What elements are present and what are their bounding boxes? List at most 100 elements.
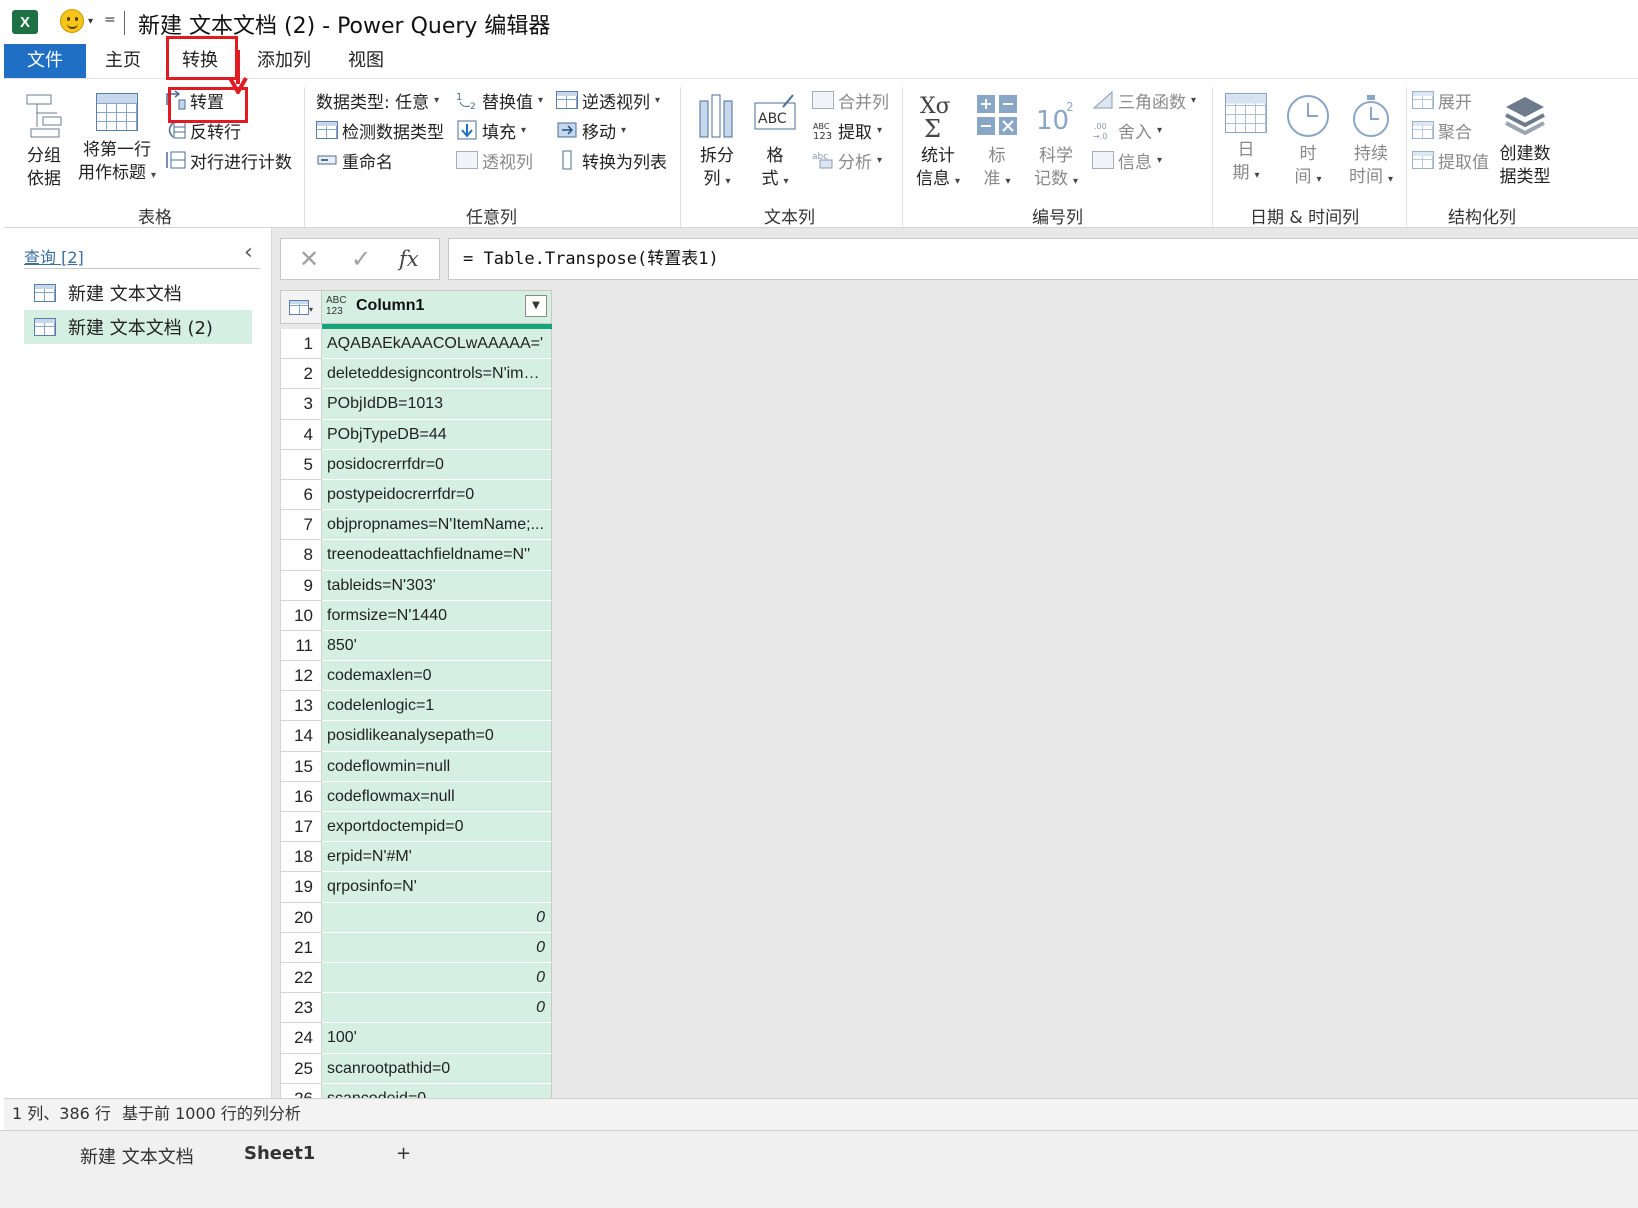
rename-button[interactable]: 重命名 [316,147,393,173]
table-row[interactable]: 6 postypeidocrerrfdr=0 [280,479,552,511]
cell-value[interactable]: codeflowmin=null [322,751,552,782]
table-row[interactable]: 2 deleteddesigncontrols=N'img... [280,359,552,390]
feedback-smiley-icon[interactable] [60,9,84,33]
queries-header[interactable]: 查询 [2] [24,244,84,268]
tab-add-column[interactable]: 添加列 [240,44,328,78]
tab-home[interactable]: 主页 [86,44,160,78]
cancel-formula-icon[interactable]: ✕ [299,245,319,273]
rounding-button[interactable]: .00 →.0 舍入 ▾ [1092,117,1162,143]
cell-value[interactable]: objpropnames=N'ItemName;... [322,510,552,541]
cell-value[interactable]: PObjIdDB=1013 [322,389,552,420]
qat-customize-icon[interactable]: = [104,12,116,28]
cell-value[interactable]: 0 [322,962,552,994]
query-item-selected[interactable]: 新建 文本文档 (2) [24,310,252,344]
accept-formula-icon[interactable]: ✓ [351,245,371,273]
format-button[interactable]: ABC 格 式 ▾ [750,93,800,193]
row-number[interactable]: 15 [280,751,322,782]
table-row[interactable]: 14 posidlikeanalysepath=0 [280,721,552,752]
table-row[interactable]: 22 0 [280,962,552,994]
any-type-icon[interactable]: ABC 123 [326,295,347,317]
fill-button[interactable]: 填充 ▾ [456,117,526,143]
table-row[interactable]: 9 tableids=N'303' [280,570,552,601]
table-row[interactable]: 19 qrposinfo=N' [280,872,552,903]
table-row[interactable]: 16 codeflowmax=null [280,781,552,812]
row-number[interactable]: 11 [280,630,322,662]
row-number[interactable]: 7 [280,510,322,541]
table-row[interactable]: 13 codelenlogic=1 [280,691,552,722]
move-button[interactable]: 移动 ▾ [556,117,626,143]
row-number[interactable]: 16 [280,781,322,812]
row-number[interactable]: 2 [280,359,322,390]
table-row[interactable]: 8 treenodeattachfieldname=N'' [280,540,552,571]
table-row[interactable]: 4 PObjTypeDB=44 [280,419,552,450]
row-number[interactable]: 20 [280,902,322,933]
statistics-button[interactable]: Xσ Σ 统计 信息 ▾ [910,93,966,193]
unpivot-button[interactable]: 逆透视列 ▾ [556,87,660,113]
row-number[interactable]: 13 [280,691,322,722]
row-number[interactable]: 1 [280,329,322,360]
row-number[interactable]: 23 [280,993,322,1024]
table-row[interactable]: 20 0 [280,902,552,933]
count-rows-button[interactable]: 对行进行计数 [164,147,292,173]
cell-value[interactable]: treenodeattachfieldname=N'' [322,540,552,571]
row-number[interactable]: 9 [280,570,322,601]
cell-value[interactable]: erpid=N'#M' [322,842,552,873]
cell-value[interactable]: codeflowmax=null [322,781,552,812]
cell-value[interactable]: tableids=N'303' [322,570,552,601]
row-number[interactable]: 8 [280,540,322,571]
table-row[interactable]: 23 0 [280,993,552,1024]
date-button[interactable]: 日 期 ▾ [1220,93,1272,187]
cell-value[interactable]: posidocrerrfdr=0 [322,449,552,480]
use-first-row-button[interactable]: 将第一行 用作标题 ▾ [74,93,160,187]
status-profiling[interactable]: 基于前 1000 行的列分析 [122,1099,301,1129]
standard-button[interactable]: 标 准 ▾ [972,93,1022,193]
expand-button[interactable]: 展开 [1412,87,1472,113]
table-row[interactable]: 17 exportdoctempid=0 [280,812,552,843]
row-number[interactable]: 10 [280,600,322,631]
collapse-pane-icon[interactable]: ‹ [244,240,253,265]
trigonometry-button[interactable]: 三角函数 ▾ [1092,87,1196,113]
cell-value[interactable]: AQABAEkAAACOLwAAAAA=' [322,329,552,360]
cell-value[interactable]: deleteddesigncontrols=N'img... [322,359,552,390]
table-row[interactable]: 24 100' [280,1023,552,1054]
cell-value[interactable]: posidlikeanalysepath=0 [322,721,552,752]
cell-value[interactable]: qrposinfo=N' [322,872,552,903]
table-row[interactable]: 21 0 [280,932,552,963]
replace-values-button[interactable]: 12 替换值 ▾ [456,87,543,113]
detect-data-type-button[interactable]: 检测数据类型 [316,117,444,143]
row-number[interactable]: 18 [280,842,322,873]
row-number[interactable]: 25 [280,1053,322,1084]
column-filter-button[interactable]: ▼ [525,295,547,317]
time-button[interactable]: 时 间 ▾ [1282,93,1334,191]
table-row[interactable]: 5 posidocrerrfdr=0 [280,449,552,480]
row-number[interactable]: 4 [280,419,322,450]
cell-value[interactable]: exportdoctempid=0 [322,812,552,843]
cell-value[interactable]: PObjTypeDB=44 [322,419,552,450]
row-number[interactable]: 3 [280,389,322,420]
qat-caret-icon[interactable]: ▾ [88,16,93,27]
cell-value[interactable]: scanrootpathid=0 [322,1053,552,1084]
cell-value[interactable]: 0 [322,902,552,933]
table-row[interactable]: 10 formsize=N'1440 [280,600,552,631]
sheet-tab-text-doc[interactable]: 新建 文本文档 [80,1143,194,1169]
merge-columns-button[interactable]: 合并列 [812,87,889,113]
extract-values-button[interactable]: 提取值 [1412,147,1489,173]
row-number[interactable]: 6 [280,479,322,511]
row-number[interactable]: 5 [280,449,322,480]
aggregate-button[interactable]: 聚合 [1412,117,1472,143]
row-number[interactable]: 22 [280,962,322,994]
data-type-dropdown[interactable]: 数据类型: 任意 ▾ [316,87,439,113]
table-row[interactable]: 25 scanrootpathid=0 [280,1053,552,1084]
table-row[interactable]: 15 codeflowmin=null [280,751,552,782]
row-number[interactable]: 21 [280,932,322,963]
pivot-column-button[interactable]: 透视列 [456,147,533,173]
convert-to-list-button[interactable]: 转换为列表 [556,147,667,173]
add-sheet-button[interactable]: + [396,1143,411,1164]
row-number[interactable]: 19 [280,872,322,903]
table-row[interactable]: 12 codemaxlen=0 [280,661,552,692]
duration-button[interactable]: 持续 时间 ▾ [1340,93,1402,191]
parse-button[interactable]: abc 分析 ▾ [812,147,882,173]
cell-value[interactable]: 850' [322,630,552,662]
table-menu-button[interactable]: ▾ [280,290,322,324]
table-row[interactable]: 1 AQABAEkAAACOLwAAAAA=' [280,329,552,360]
